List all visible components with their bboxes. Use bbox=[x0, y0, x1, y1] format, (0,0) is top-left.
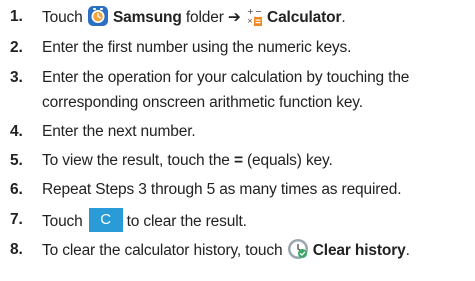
svg-text:×: × bbox=[247, 17, 253, 25]
step-text-part: . bbox=[341, 9, 346, 27]
samsung-folder-icon bbox=[87, 5, 109, 27]
step-number: 2. bbox=[10, 39, 23, 56]
step-number: 6. bbox=[10, 181, 23, 198]
step-text-part: To view the result, touch the bbox=[42, 152, 234, 169]
step-text: Enter the first number using the numeric… bbox=[42, 39, 352, 56]
step-text-part: Touch bbox=[42, 9, 87, 27]
calculator-label: Calculator bbox=[267, 9, 342, 27]
arrow-icon: ➔ bbox=[227, 9, 241, 27]
svg-text:+: + bbox=[247, 7, 254, 16]
step-text-line-2: corresponding onscreen arithmetic functi… bbox=[42, 94, 363, 111]
step-text: Repeat Steps 3 through 5 as many times a… bbox=[42, 181, 402, 198]
step-number: 4. bbox=[10, 123, 23, 140]
step-text: Enter the next number. bbox=[42, 123, 196, 140]
samsung-folder-label: Samsung bbox=[112, 9, 182, 27]
clear-history-label: Clear history bbox=[312, 242, 406, 260]
step-text: To view the result, touch the = (equals)… bbox=[42, 151, 333, 171]
equals-key-label: = bbox=[233, 152, 243, 169]
step-text-part: folder bbox=[181, 9, 228, 27]
step-text-part: to clear the result. bbox=[126, 213, 247, 231]
clear-history-icon bbox=[287, 238, 309, 260]
step-text-part: . bbox=[405, 242, 410, 260]
step-text: Touch Cto clear the result. bbox=[42, 208, 247, 234]
step-text-line-1: Enter the operation for your calculation… bbox=[42, 69, 410, 86]
step-text-part: To clear the calculator history, touch bbox=[42, 242, 287, 260]
calculator-icon: + − × bbox=[245, 5, 263, 27]
step-number: 3. bbox=[10, 69, 23, 86]
step-text: To clear the calculator history, touch C… bbox=[42, 238, 410, 262]
step-number: 7. bbox=[10, 211, 23, 228]
clear-key-icon: C bbox=[88, 208, 123, 232]
step-text-part: Touch bbox=[42, 213, 83, 231]
step-text-part: (equals) key. bbox=[242, 152, 333, 169]
step-number: 1. bbox=[10, 8, 23, 25]
svg-text:−: − bbox=[255, 7, 262, 16]
step-number: 5. bbox=[10, 152, 23, 169]
step-text: Touch Samsung folder ➔ + − × Calculator. bbox=[42, 5, 346, 29]
step-number: 8. bbox=[10, 241, 23, 258]
